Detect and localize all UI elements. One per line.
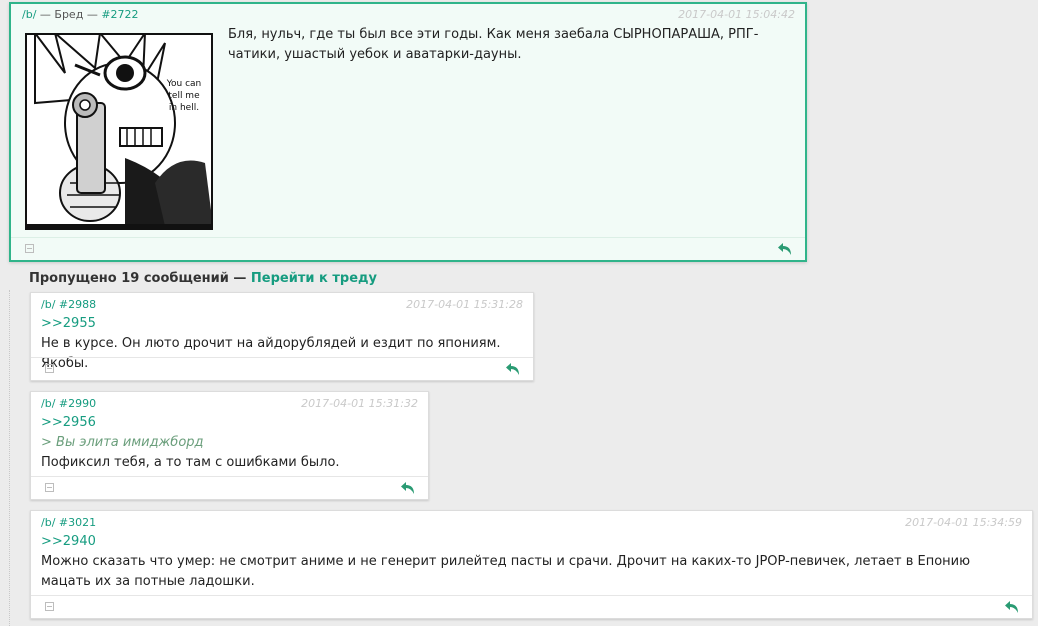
post-text: Пофиксил тебя, а то там с ошибками было. [41, 455, 340, 470]
minus-square-icon[interactable] [25, 244, 34, 253]
reply-to-link[interactable]: >>2956 [41, 413, 416, 433]
post-header: /b/ — Бред — #2722 2017-04-01 15:04:42 [22, 7, 795, 23]
reply-arrow-icon[interactable] [400, 481, 416, 495]
op-post: /b/ — Бред — #2722 2017-04-01 15:04:42 Y… [9, 2, 807, 262]
post-date: 2017-04-01 15:31:28 [406, 298, 523, 311]
board-link[interactable]: /b/ [41, 516, 55, 529]
image-caption-line: You can [166, 79, 202, 89]
reply-to-link[interactable]: >>2940 [41, 532, 1020, 552]
board-name: Бред [54, 8, 84, 21]
post-message: >>2940 Можно сказать что умер: не смотри… [41, 532, 1020, 592]
post-number-link[interactable]: #3021 [59, 516, 96, 529]
header-separator: — [86, 8, 98, 21]
post-number-link[interactable]: #2988 [59, 298, 96, 311]
board-link[interactable]: /b/ [41, 298, 55, 311]
reply-arrow-icon[interactable] [777, 242, 793, 256]
minus-square-icon[interactable] [45, 483, 54, 492]
post-message: Бля, нульч, где ты был все эти годы. Как… [228, 27, 759, 62]
post-header: /b/ #3021 2017-04-01 15:34:59 [41, 515, 1022, 531]
reply-post: /b/ #3021 2017-04-01 15:34:59 >>2940 Мож… [30, 510, 1033, 619]
quote-text: > Вы элита имиджборд [41, 435, 204, 450]
header-separator: — [39, 8, 51, 21]
post-date: 2017-04-01 15:04:42 [678, 8, 795, 21]
post-text: Можно сказать что умер: не смотрит аниме… [41, 554, 971, 589]
minus-square-icon[interactable] [45, 364, 54, 373]
skipped-count-label: Пропущено 19 сообщений [29, 271, 229, 286]
thread-line [9, 290, 10, 626]
post-footer [31, 476, 428, 499]
post-footer [31, 357, 533, 380]
post-header: /b/ #2988 2017-04-01 15:31:28 [41, 297, 523, 313]
post-message: >>2956 > Вы элита имиджборд Пофиксил теб… [41, 413, 416, 473]
skipped-messages-notice: Пропущено 19 сообщений — Перейти к треду [29, 270, 377, 288]
reply-post: /b/ #2988 2017-04-01 15:31:28 >>2955 Не … [30, 292, 534, 381]
post-date: 2017-04-01 15:34:59 [905, 516, 1022, 529]
post-date: 2017-04-01 15:31:32 [301, 397, 418, 410]
minus-square-icon[interactable] [45, 602, 54, 611]
board-link[interactable]: /b/ [22, 8, 36, 21]
image-caption-line: tell me [168, 91, 200, 101]
reply-arrow-icon[interactable] [505, 362, 521, 376]
skipped-separator: — [233, 271, 247, 286]
post-header: /b/ #2990 2017-04-01 15:31:32 [41, 396, 418, 412]
reply-arrow-icon[interactable] [1004, 600, 1020, 614]
post-number-link[interactable]: #2990 [59, 397, 96, 410]
reply-post: /b/ #2990 2017-04-01 15:31:32 >>2956 > В… [30, 391, 429, 500]
reply-to-link[interactable]: >>2955 [41, 314, 521, 334]
image-caption-line: in hell. [169, 103, 199, 113]
post-footer [31, 595, 1032, 618]
manga-picture: You can tell me in hell. [25, 33, 213, 226]
post-number-link[interactable]: #2722 [101, 8, 138, 21]
goto-thread-link[interactable]: Перейти к треду [251, 271, 377, 286]
post-image[interactable]: You can tell me in hell. [25, 33, 213, 230]
post-footer [11, 237, 805, 260]
board-link[interactable]: /b/ [41, 397, 55, 410]
